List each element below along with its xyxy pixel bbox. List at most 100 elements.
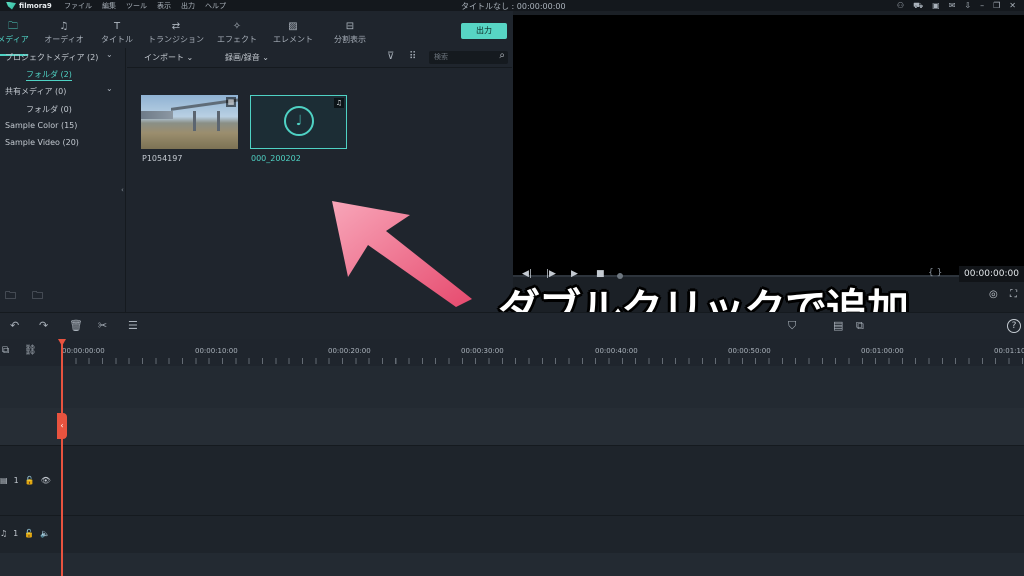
filmora-logo-icon xyxy=(6,1,16,10)
collapse-handle-icon[interactable]: ‹ xyxy=(121,186,124,194)
grid-view-icon[interactable]: ⠿ xyxy=(409,51,416,62)
account-icon[interactable]: ⚇ xyxy=(897,1,904,11)
add-track-icon[interactable]: ⧉ xyxy=(2,345,9,356)
record-dropdown[interactable]: 録画/録音 ⌄ xyxy=(225,52,269,63)
ruler-label: 00:00:30:00 xyxy=(461,347,504,355)
ruler-ticks xyxy=(62,358,1024,364)
tab-audio[interactable]: ♫ オーディオ xyxy=(39,20,89,45)
timeline-track-empty[interactable] xyxy=(0,366,1024,408)
menu-view[interactable]: 表示 xyxy=(157,1,171,11)
help-icon[interactable]: ? xyxy=(1007,319,1021,333)
playhead-handle-icon[interactable]: ‹ xyxy=(57,413,67,439)
preview-timecode: 00:00:00:00 xyxy=(959,266,1024,282)
sample-video-item[interactable]: Sample Video (20) xyxy=(5,138,79,147)
split-screen-icon: ⊟ xyxy=(345,21,355,32)
chevron-down-icon[interactable]: ⌄ xyxy=(106,50,113,59)
music-note-icon: ♩ xyxy=(284,106,314,136)
import-label: インポート xyxy=(144,53,184,62)
ruler-label: 00:00:10:00 xyxy=(195,347,238,355)
download-icon[interactable]: ⇩ xyxy=(964,1,971,11)
adjust-icon[interactable]: ☰ xyxy=(128,319,138,332)
sample-color-item[interactable]: Sample Color (15) xyxy=(5,121,77,130)
snapshot-icon[interactable]: ◎ xyxy=(989,289,998,300)
save-icon[interactable]: ▣ xyxy=(932,1,940,11)
ruler-label: 00:00:50:00 xyxy=(728,347,771,355)
tab-media[interactable]: 🗀 メディア xyxy=(0,20,38,45)
thumbnail-pillar xyxy=(193,111,196,131)
menu-tools[interactable]: ツール xyxy=(126,1,147,11)
playhead[interactable] xyxy=(61,339,63,576)
tab-title[interactable]: T タイトル xyxy=(92,20,142,45)
search-icon[interactable]: ⌕ xyxy=(499,50,505,61)
eye-icon[interactable]: 👁 xyxy=(41,476,51,485)
voiceover-icon[interactable]: ▤ xyxy=(833,319,843,332)
marker-icon[interactable]: ⛉ xyxy=(788,319,796,333)
new-folder-icon[interactable]: 🗀 xyxy=(5,287,16,306)
timeline-toolbar: ↶ ↷ 🗑 ✂ ☰ ⛉ ▤ ⧉ ? xyxy=(0,312,1024,339)
fullscreen-icon[interactable]: ⛶ xyxy=(1010,289,1017,300)
undo-icon[interactable]: ↶ xyxy=(10,319,19,332)
tab-label: エレメント xyxy=(273,35,313,44)
audio-track-number: 1 xyxy=(13,529,19,538)
media-thumbnail-audio[interactable]: ♩ ♫ xyxy=(250,95,347,149)
media-sidebar: プロジェクトメディア (2) ⌄ フォルダ (2) 共有メディア (0) ⌄ フ… xyxy=(0,48,126,312)
arrow-shape xyxy=(332,201,472,307)
mark-in-out[interactable]: { } xyxy=(928,268,942,278)
menu-export[interactable]: 出力 xyxy=(181,1,195,11)
thumbnail-city-skyline xyxy=(141,111,173,119)
export-button[interactable]: 出力 xyxy=(461,23,507,39)
audio-track-header: ♫ 1 🔓 🔈 xyxy=(0,529,50,538)
redo-icon[interactable]: ↷ xyxy=(39,319,48,332)
search-input[interactable]: 検索 ⌕ xyxy=(429,50,508,64)
tab-split-screen[interactable]: ⊟ 分割表示 xyxy=(325,20,375,45)
link-icon[interactable]: ⛓ xyxy=(24,345,37,356)
menu-edit[interactable]: 編集 xyxy=(102,1,116,11)
render-icon[interactable]: ⧉ xyxy=(856,319,864,333)
tab-label: 分割表示 xyxy=(334,35,366,44)
speaker-icon[interactable]: 🔈 xyxy=(40,529,50,538)
timeline-ruler[interactable]: ⧉ ⛓ 00:00:00:00 00:00:10:00 00:00:20:00 … xyxy=(0,339,1024,366)
tab-element[interactable]: ▨ エレメント xyxy=(268,20,318,45)
minimize-icon[interactable]: – xyxy=(980,1,984,11)
delete-folder-icon[interactable]: 🗀 xyxy=(32,287,43,306)
media-name: 000_200202 xyxy=(251,154,301,163)
video-track[interactable]: ▤ 1 🔓 👁 xyxy=(0,445,1024,515)
restore-icon[interactable]: ❐ xyxy=(993,1,1000,11)
logo-text: filmora9 xyxy=(19,1,52,10)
cart-icon[interactable]: ⛟ xyxy=(913,1,923,11)
close-icon[interactable]: ✕ xyxy=(1009,1,1016,11)
import-dropdown[interactable]: インポート ⌄ xyxy=(144,52,193,63)
tab-label: エフェクト xyxy=(217,35,257,44)
mail-icon[interactable]: ✉ xyxy=(949,1,956,11)
lock-icon[interactable]: 🔓 xyxy=(25,476,35,485)
project-folder-item[interactable]: フォルダ (2) xyxy=(26,69,72,81)
shared-folder-item[interactable]: フォルダ (0) xyxy=(26,104,72,115)
tab-label: メディア xyxy=(0,35,29,44)
menu-help[interactable]: ヘルプ xyxy=(205,1,226,11)
tab-effect[interactable]: ✧ エフェクト xyxy=(212,20,262,45)
timeline-track-empty[interactable] xyxy=(0,408,1024,445)
music-note-icon: ♫ xyxy=(59,21,69,32)
video-track-number: 1 xyxy=(13,476,19,485)
transition-icon: ⇄ xyxy=(171,21,181,32)
audio-track[interactable]: ♫ 1 🔓 🔈 xyxy=(0,515,1024,553)
sidebar-footer: 🗀 🗀 xyxy=(5,287,43,306)
chevron-down-icon[interactable]: ⌄ xyxy=(106,84,113,93)
lock-icon[interactable]: 🔓 xyxy=(24,529,34,538)
tab-transition[interactable]: ⇄ トランジション xyxy=(138,20,214,45)
project-media-item[interactable]: プロジェクトメディア (2) xyxy=(5,52,98,63)
menu-file[interactable]: ファイル xyxy=(64,1,92,11)
delete-icon[interactable]: 🗑 xyxy=(69,319,83,332)
cut-icon[interactable]: ✂ xyxy=(98,319,107,332)
menu-bar: filmora9 ファイル 編集 ツール 表示 出力 ヘルプ タイトルなし : … xyxy=(0,0,1024,11)
preview-panel: ◀| |▶ ▶ ■ { } 00:00:00:00 ◎ ⛶ xyxy=(513,11,1024,312)
media-name: P1054197 xyxy=(142,154,183,163)
element-image-icon: ▨ xyxy=(288,21,298,32)
media-thumbnail-video[interactable]: ▦ xyxy=(141,95,238,149)
shared-media-item[interactable]: 共有メディア (0) xyxy=(5,86,66,97)
timeline-track-empty[interactable] xyxy=(0,553,1024,576)
search-placeholder: 検索 xyxy=(434,53,448,61)
chevron-down-icon: ⌄ xyxy=(186,53,194,62)
filter-icon[interactable]: ⊽ xyxy=(387,51,394,62)
preview-screen xyxy=(513,15,1024,275)
